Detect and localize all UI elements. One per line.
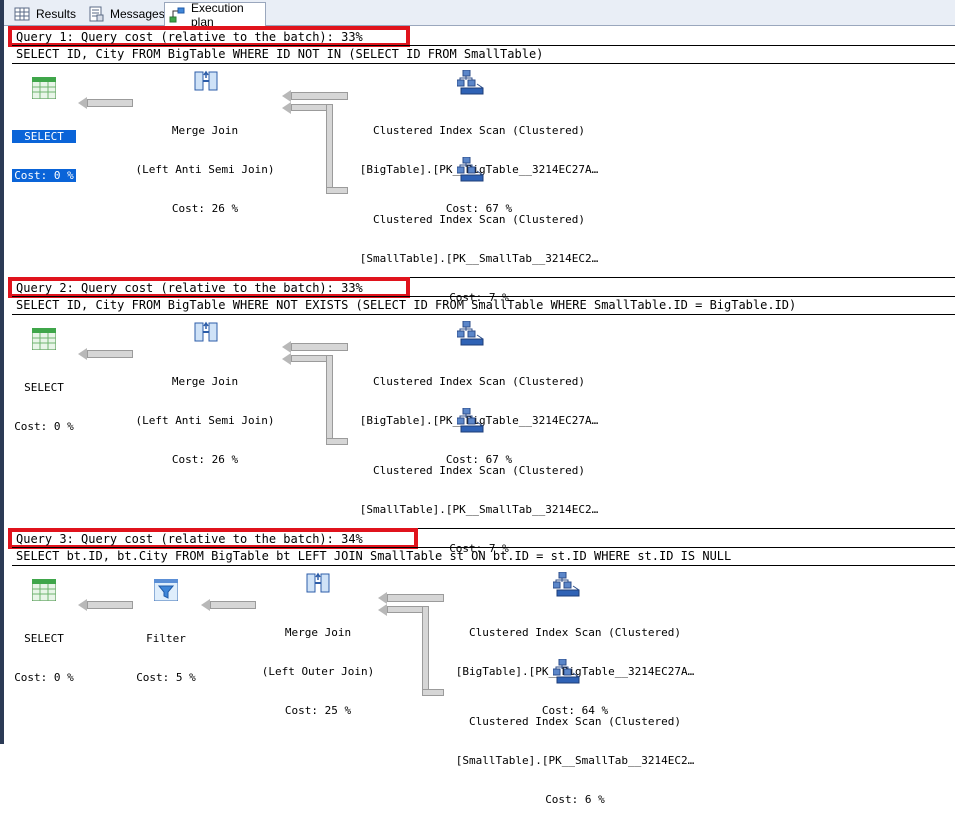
query-1-select-cost: Cost: 0 %	[12, 169, 76, 182]
query-1-sql: SELECT ID, City FROM BigTable WHERE ID N…	[16, 47, 544, 61]
merge-join-icon[interactable]	[306, 572, 330, 594]
query-2-arrow-head-3	[282, 353, 291, 365]
query-1-select-node[interactable]: SELECT Cost: 0 %	[12, 104, 76, 208]
query-2-merge-label: Merge Join	[171, 375, 239, 388]
query-2-header: Query 2: Query cost (relative to the bat…	[16, 281, 363, 295]
merge-join-icon[interactable]	[194, 321, 218, 343]
clustered-index-scan-icon[interactable]	[553, 572, 581, 598]
query-2-sql-divider	[12, 314, 955, 315]
clustered-index-scan-icon[interactable]	[457, 70, 485, 96]
query-3-sql-divider	[12, 565, 955, 566]
query-3-arrow-scan2-vertical	[422, 606, 429, 696]
query-3-select-label: SELECT	[24, 632, 64, 645]
query-2-arrow-head-1	[78, 348, 87, 360]
tab-results-label: Results	[36, 7, 77, 21]
query-2-merge-join-node[interactable]: Merge Join (Left Anti Semi Join) Cost: 2…	[130, 349, 280, 492]
tab-execution-plan[interactable]: Execution plan	[164, 0, 266, 29]
grid-icon	[14, 6, 30, 22]
query-2-scan1-label: Clustered Index Scan (Clustered)	[373, 375, 585, 388]
query-3-merge-cost: Cost: 25 %	[284, 704, 352, 717]
query-1-merge-type: (Left Anti Semi Join)	[135, 163, 275, 176]
messages-icon	[88, 6, 104, 22]
query-1-merge-join-node[interactable]: Merge Join (Left Anti Semi Join) Cost: 2…	[130, 98, 280, 241]
query-2-scan2-label: Clustered Index Scan (Clustered)	[373, 464, 585, 477]
query-3-filter-cost: Cost: 5 %	[136, 671, 196, 684]
results-tab-bar: Results Messages Execution plan	[4, 0, 955, 29]
query-2-header-divider	[12, 296, 955, 297]
execution-plan-icon	[169, 7, 185, 23]
query-1-arrow-head-3	[282, 102, 291, 114]
clustered-index-scan-icon[interactable]	[457, 408, 485, 434]
query-1-scan2-object: [SmallTable].[PK__SmallTab__3214EC2…	[359, 252, 599, 265]
query-3-sql: SELECT bt.ID, bt.City FROM BigTable bt L…	[16, 549, 732, 563]
query-2-select-label: SELECT	[24, 381, 64, 394]
query-3-scan2-object: [SmallTable].[PK__SmallTab__3214EC2…	[455, 754, 695, 767]
tab-results[interactable]: Results	[10, 3, 80, 25]
query-1-merge-cost: Cost: 26 %	[171, 202, 239, 215]
tab-execution-plan-label: Execution plan	[191, 0, 244, 29]
query-3-scan-smalltable-node[interactable]: Clustered Index Scan (Clustered) [SmallT…	[430, 689, 720, 832]
query-2-sql: SELECT ID, City FROM BigTable WHERE NOT …	[16, 298, 797, 312]
query-1-arrow-head-2	[282, 90, 291, 102]
query-2-merge-cost: Cost: 26 %	[171, 453, 239, 466]
tab-messages[interactable]: Messages	[84, 3, 165, 25]
query-3-filter-label: Filter	[146, 632, 186, 645]
query-2-select-cost: Cost: 0 %	[14, 420, 74, 433]
filter-icon[interactable]	[154, 579, 178, 601]
query-2-select-node[interactable]: SELECT Cost: 0 %	[12, 355, 76, 459]
query-3-select-node[interactable]: SELECT Cost: 0 %	[12, 606, 76, 710]
query-3-arrow-head-2	[201, 599, 210, 611]
query-2-arrow-scan2-vertical	[326, 355, 333, 445]
query-1-scan1-label: Clustered Index Scan (Clustered)	[373, 124, 585, 137]
query-3-header-divider	[12, 547, 955, 548]
query-3-merge-type: (Left Outer Join)	[261, 665, 375, 678]
query-1-select-label: SELECT	[12, 130, 76, 143]
query-1-arrow-scan2-vertical	[326, 104, 333, 194]
execution-plan-pane: Query 1: Query cost (relative to the bat…	[4, 26, 955, 806]
query-3-arrow-filter-to-select	[87, 601, 133, 609]
query-3-arrow-head-1	[78, 599, 87, 611]
query-3-arrow-head-4	[378, 604, 387, 616]
query-1-header-divider	[12, 45, 955, 46]
query-2-arrow-head-2	[282, 341, 291, 353]
query-3-arrow-merge-to-filter	[210, 601, 256, 609]
query-3-header: Query 3: Query cost (relative to the bat…	[16, 532, 363, 546]
merge-join-icon[interactable]	[194, 70, 218, 92]
query-3-scan1-label: Clustered Index Scan (Clustered)	[469, 626, 681, 639]
query-1-header: Query 1: Query cost (relative to the bat…	[16, 30, 363, 44]
query-3-merge-join-node[interactable]: Merge Join (Left Outer Join) Cost: 25 %	[252, 600, 384, 743]
query-2-scan2-object: [SmallTable].[PK__SmallTab__3214EC2…	[359, 503, 599, 516]
tab-messages-label: Messages	[110, 7, 165, 21]
query-1-scan2-label: Clustered Index Scan (Clustered)	[373, 213, 585, 226]
query-3-select-cost: Cost: 0 %	[14, 671, 74, 684]
query-1-merge-label: Merge Join	[171, 124, 239, 137]
select-icon[interactable]	[32, 328, 56, 350]
clustered-index-scan-icon[interactable]	[457, 157, 485, 183]
query-1-sql-divider	[12, 63, 955, 64]
query-3-scan2-cost: Cost: 6 %	[545, 793, 605, 806]
query-3-arrow-head-3	[378, 592, 387, 604]
query-1-arrow-head-1	[78, 97, 87, 109]
clustered-index-scan-icon[interactable]	[457, 321, 485, 347]
query-3-scan2-label: Clustered Index Scan (Clustered)	[469, 715, 681, 728]
query-1-arrow-merge-to-select	[87, 99, 133, 107]
clustered-index-scan-icon[interactable]	[553, 659, 581, 685]
query-2-arrow-merge-to-select	[87, 350, 133, 358]
query-3-filter-node[interactable]: Filter Cost: 5 %	[130, 606, 202, 710]
select-icon[interactable]	[32, 77, 56, 99]
query-3-merge-label: Merge Join	[284, 626, 352, 639]
query-2-merge-type: (Left Anti Semi Join)	[135, 414, 275, 427]
select-icon[interactable]	[32, 579, 56, 601]
